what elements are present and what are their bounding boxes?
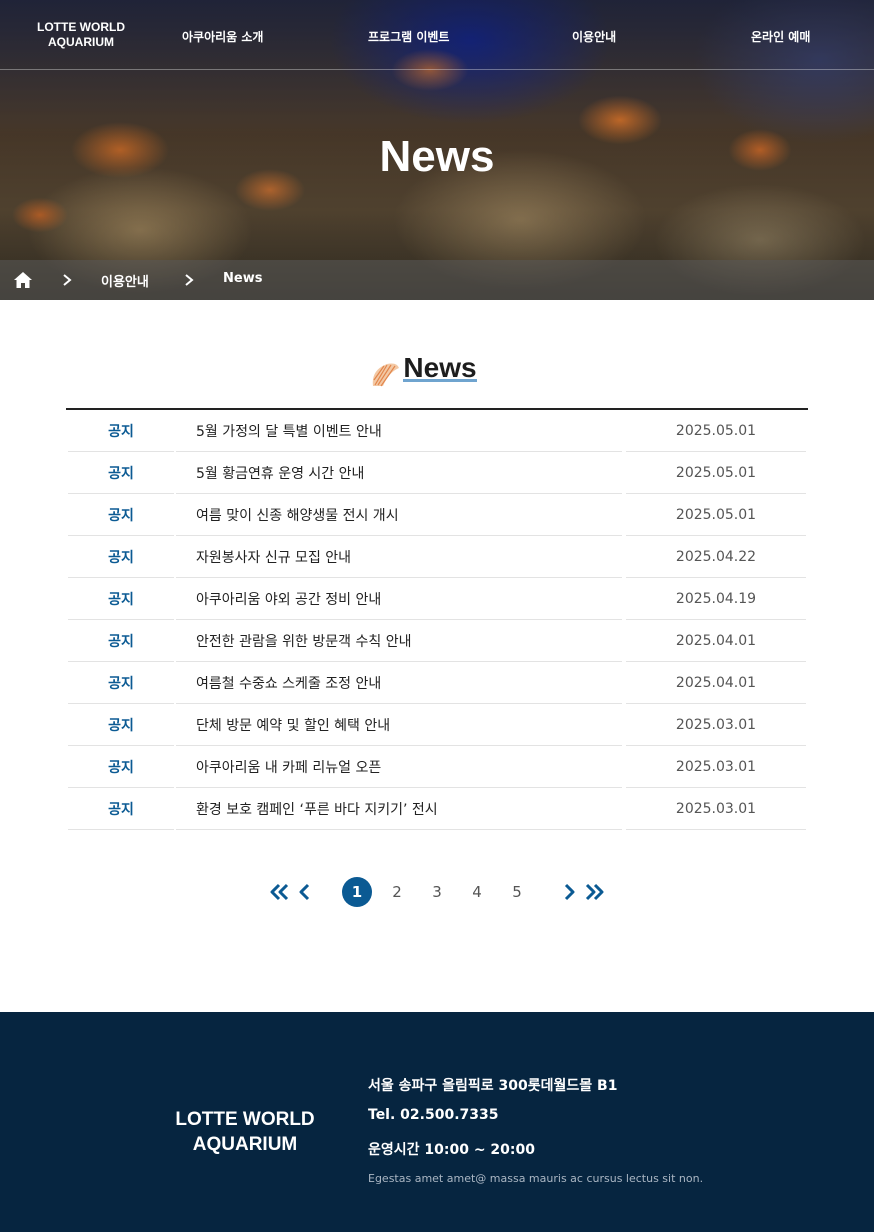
breadcrumb-item-news: News (223, 271, 263, 286)
category-label: 공지 (68, 452, 174, 494)
breadcrumb: 이용안내 News (0, 260, 874, 300)
top-navigation: LOTTE WORLD AQUARIUM 아쿠아리움 소개 프로그램 이벤트 이… (0, 0, 874, 70)
category-label: 공지 (68, 536, 174, 578)
hero-banner: LOTTE WORLD AQUARIUM 아쿠아리움 소개 프로그램 이벤트 이… (0, 0, 874, 300)
news-title-link[interactable]: 5월 황금연휴 운영 시간 안내 (176, 452, 622, 494)
news-date: 2025.05.01 (626, 410, 806, 452)
breadcrumb-item-usage-guide[interactable]: 이용안내 (101, 271, 149, 290)
footer-tagline: Egestas amet amet@ massa mauris ac cursu… (368, 1172, 704, 1185)
page-4-button[interactable]: 4 (462, 877, 492, 907)
news-title-link[interactable]: 안전한 관람을 위한 방문객 수칙 안내 (176, 620, 622, 662)
site-logo[interactable]: LOTTE WORLD AQUARIUM (36, 20, 126, 50)
news-title-link[interactable]: 단체 방문 예약 및 할인 혜택 안내 (176, 704, 622, 746)
page-2-button[interactable]: 2 (382, 877, 412, 907)
news-date: 2025.04.19 (626, 578, 806, 620)
footer-logo-line-2: AQUARIUM (192, 1134, 298, 1155)
home-icon[interactable] (13, 271, 33, 289)
table-row[interactable]: 공지 환경 보호 캠페인 ‘푸른 바다 지키기’ 전시 2025.03.01 (66, 788, 808, 830)
category-label: 공지 (68, 494, 174, 536)
category-label: 공지 (68, 746, 174, 788)
category-label: 공지 (68, 662, 174, 704)
table-row[interactable]: 공지 5월 가정의 달 특별 이벤트 안내 2025.05.01 (66, 410, 808, 452)
section-title-underline (403, 379, 477, 382)
nav-item-program-events[interactable]: 프로그램 이벤트 (368, 28, 449, 45)
logo-line-1: LOTTE WORLD (37, 20, 125, 34)
news-title-link[interactable]: 자원봉사자 신규 모집 안내 (176, 536, 622, 578)
footer-hours: 운영시간 10:00 ~ 20:00 (368, 1142, 535, 1158)
news-title-link[interactable]: 환경 보호 캠페인 ‘푸른 바다 지키기’ 전시 (176, 788, 622, 830)
news-date: 2025.04.01 (626, 662, 806, 704)
news-date: 2025.03.01 (626, 746, 806, 788)
page-1-button[interactable]: 1 (342, 877, 372, 907)
logo-line-2: AQUARIUM (48, 35, 114, 49)
first-page-icon[interactable] (268, 881, 290, 903)
news-title-link[interactable]: 아쿠아리움 야외 공간 정비 안내 (176, 578, 622, 620)
news-title-link[interactable]: 여름 맞이 신종 해양생물 전시 개시 (176, 494, 622, 536)
table-row[interactable]: 공지 단체 방문 예약 및 할인 혜택 안내 2025.03.01 (66, 704, 808, 746)
pagination: 1 2 3 4 5 (0, 876, 874, 908)
footer-address: 서울 송파구 올림픽로 300롯데월드몰 B1 (368, 1078, 618, 1094)
hero-title: News (379, 132, 495, 181)
news-title-link[interactable]: 여름철 수중쇼 스케줄 조정 안내 (176, 662, 622, 704)
category-label: 공지 (68, 578, 174, 620)
last-page-icon[interactable] (584, 881, 606, 903)
category-label: 공지 (68, 788, 174, 830)
category-label: 공지 (68, 410, 174, 452)
news-date: 2025.05.01 (626, 452, 806, 494)
category-label: 공지 (68, 620, 174, 662)
news-title-link[interactable]: 아쿠아리움 내 카페 리뉴얼 오픈 (176, 746, 622, 788)
nav-item-usage-guide[interactable]: 이용안내 (572, 28, 616, 45)
site-footer: LOTTE WORLD AQUARIUM 서울 송파구 올림픽로 300롯데월드… (0, 1012, 874, 1232)
section-header: News (0, 352, 874, 387)
table-row[interactable]: 공지 아쿠아리움 야외 공간 정비 안내 2025.04.19 (66, 578, 808, 620)
news-date: 2025.03.01 (626, 704, 806, 746)
footer-tel: Tel. 02.500.7335 (368, 1107, 499, 1123)
news-date: 2025.04.01 (626, 620, 806, 662)
table-row[interactable]: 공지 여름철 수중쇼 스케줄 조정 안내 2025.04.01 (66, 662, 808, 704)
next-page-icon[interactable] (562, 881, 576, 903)
news-table: 공지 5월 가정의 달 특별 이벤트 안내 2025.05.01 공지 5월 황… (66, 408, 808, 830)
table-row[interactable]: 공지 아쿠아리움 내 카페 리뉴얼 오픈 2025.03.01 (66, 746, 808, 788)
nav-item-aquarium-intro[interactable]: 아쿠아리움 소개 (182, 28, 263, 45)
news-title-link[interactable]: 5월 가정의 달 특별 이벤트 안내 (176, 410, 622, 452)
nav-item-online-booking[interactable]: 온라인 예매 (751, 28, 810, 45)
prev-page-icon[interactable] (298, 881, 312, 903)
shell-icon (373, 363, 400, 387)
chevron-right-icon (63, 274, 72, 286)
news-date: 2025.05.01 (626, 494, 806, 536)
news-date: 2025.04.22 (626, 536, 806, 578)
page-3-button[interactable]: 3 (422, 877, 452, 907)
table-row[interactable]: 공지 자원봉사자 신규 모집 안내 2025.04.22 (66, 536, 808, 578)
footer-logo: LOTTE WORLD AQUARIUM (160, 1107, 330, 1157)
page-5-button[interactable]: 5 (502, 877, 532, 907)
category-label: 공지 (68, 704, 174, 746)
table-row[interactable]: 공지 여름 맞이 신종 해양생물 전시 개시 2025.05.01 (66, 494, 808, 536)
table-row[interactable]: 공지 안전한 관람을 위한 방문객 수칙 안내 2025.04.01 (66, 620, 808, 662)
footer-logo-line-1: LOTTE WORLD (175, 1109, 315, 1130)
chevron-right-icon (185, 274, 194, 286)
news-date: 2025.03.01 (626, 788, 806, 830)
table-row[interactable]: 공지 5월 황금연휴 운영 시간 안내 2025.05.01 (66, 452, 808, 494)
